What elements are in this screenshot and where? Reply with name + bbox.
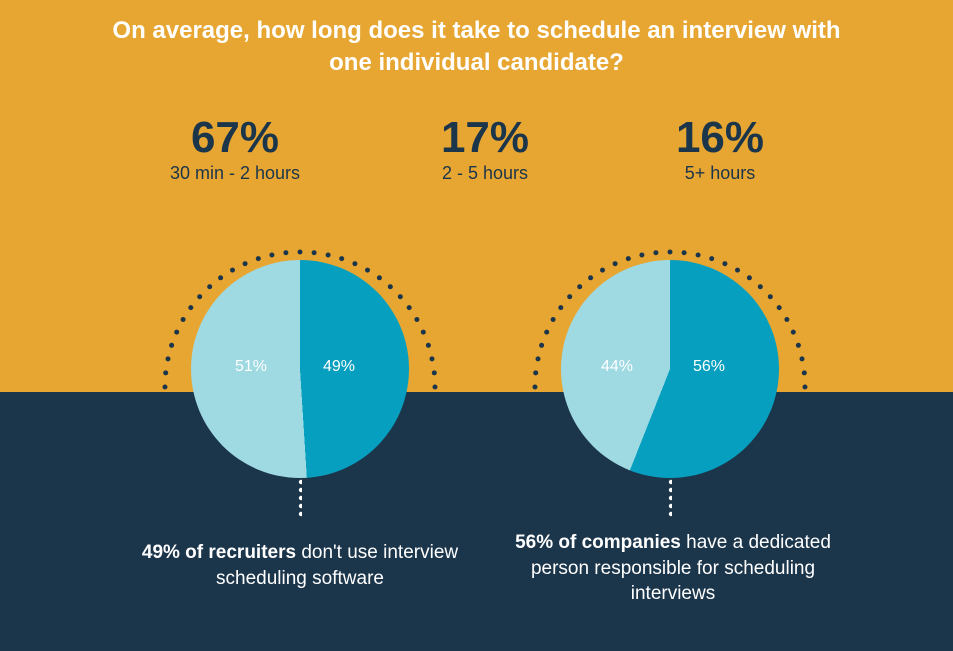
pie-chart-1: 51% 49% [170, 260, 430, 478]
dotted-line-icon [298, 478, 302, 518]
dotted-line-icon [668, 478, 672, 518]
stat-1-pct: 67% [125, 115, 345, 161]
panel-bottom [0, 392, 953, 651]
stat-1-label: 30 min - 2 hours [125, 163, 345, 184]
stat-2-label: 2 - 5 hours [385, 163, 585, 184]
stat-3-pct: 16% [620, 115, 820, 161]
pie-1-right-pct: 49% [323, 358, 355, 376]
pie-1-caption: 49% of recruiters don't use interview sc… [140, 540, 460, 591]
pie-1-caption-bold: 49% of recruiters [142, 542, 296, 563]
stat-2-pct: 17% [385, 115, 585, 161]
pie-1-circle: 51% 49% [191, 260, 409, 478]
pie-2-circle: 44% 56% [561, 260, 779, 478]
pie-chart-2: 44% 56% [540, 260, 800, 478]
pie-2-left-pct: 44% [601, 358, 633, 376]
stat-block-2: 17% 2 - 5 hours [385, 115, 585, 184]
pie-2-caption: 56% of companies have a dedicated person… [513, 530, 833, 607]
title-text: On average, how long does it take to sch… [0, 15, 953, 80]
pie-2-caption-bold: 56% of companies [515, 532, 681, 553]
stat-3-label: 5+ hours [620, 163, 820, 184]
pie-2-right-pct: 56% [693, 358, 725, 376]
stat-block-3: 16% 5+ hours [620, 115, 820, 184]
pie-1-left-pct: 51% [235, 358, 267, 376]
stat-block-1: 67% 30 min - 2 hours [125, 115, 345, 184]
